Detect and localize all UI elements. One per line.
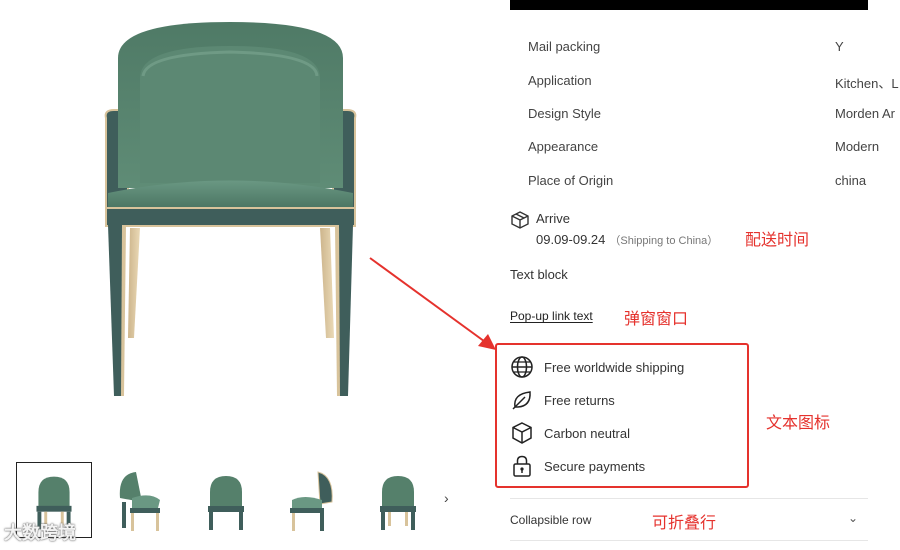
product-thumbnail[interactable] xyxy=(274,462,350,538)
product-thumbnail[interactable] xyxy=(188,462,264,538)
arrive-date-range: 09.09-09.24 xyxy=(536,232,606,247)
product-thumbnail[interactable] xyxy=(360,462,436,538)
feature-label: Secure payments xyxy=(544,458,646,474)
annotation-delivery-time: 配送时间 xyxy=(745,232,810,249)
chevron-down-icon: ⌄ xyxy=(847,511,858,525)
divider xyxy=(510,540,868,541)
lock-icon xyxy=(513,455,531,477)
arrive-dates: 09.09-09.24 （Shipping to China） xyxy=(536,232,718,248)
annotation-arrow xyxy=(369,257,496,350)
spec-value: Morden Ar xyxy=(835,106,895,121)
watermark: 大数跨境 xyxy=(4,523,76,543)
spec-value: Y xyxy=(835,39,844,54)
arrive-shipping-note: （Shipping to China） xyxy=(609,235,719,247)
popup-link[interactable]: Pop-up link text xyxy=(510,309,593,323)
feature-secure-payments: Secure payments xyxy=(510,454,645,478)
spec-label: Appearance xyxy=(528,139,599,154)
arrive-title: Arrive xyxy=(536,211,570,226)
thumbnail-next-button[interactable]: › xyxy=(444,490,449,506)
globe-icon xyxy=(511,356,533,378)
spec-value: Kitchen、L xyxy=(835,76,899,91)
feature-free-shipping: Free worldwide shipping xyxy=(510,355,684,379)
text-block: Text block xyxy=(510,267,568,282)
package-icon xyxy=(510,210,530,230)
spec-label: Place of Origin xyxy=(528,173,614,188)
feature-label: Carbon neutral xyxy=(544,425,630,441)
feature-carbon-neutral: Carbon neutral xyxy=(510,421,630,445)
annotation-popup-window: 弹窗窗口 xyxy=(624,311,689,328)
box-icon xyxy=(512,422,532,444)
spec-value: Modern xyxy=(835,139,880,154)
collapsible-row-label: Collapsible row xyxy=(510,513,592,527)
annotation-collapsible-row: 可折叠行 xyxy=(652,515,717,532)
product-main-image xyxy=(88,18,373,418)
product-thumbnail[interactable] xyxy=(102,462,178,538)
spec-label: Application xyxy=(528,73,592,88)
feature-free-returns: Free returns xyxy=(510,388,615,412)
feature-label: Free returns xyxy=(544,392,615,408)
feature-label: Free worldwide shipping xyxy=(544,359,685,375)
top-bar xyxy=(510,0,868,10)
annotation-text-icons: 文本图标 xyxy=(766,415,831,432)
spec-label: Mail packing xyxy=(528,39,601,54)
spec-value: china xyxy=(835,173,867,188)
spec-label: Design Style xyxy=(528,106,601,121)
leaf-icon xyxy=(512,391,531,410)
